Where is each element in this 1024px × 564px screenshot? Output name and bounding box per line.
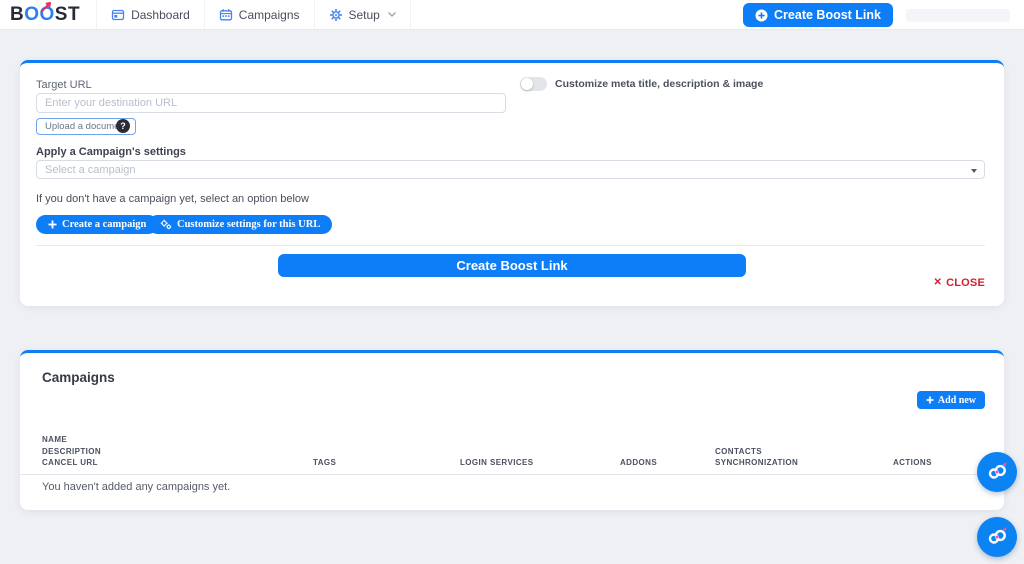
column-header-name: NAME DESCRIPTION CANCEL URL [42, 434, 101, 469]
dashboard-icon [111, 8, 125, 22]
boost-widget-fab-bottom[interactable] [977, 517, 1017, 557]
nav-item-setup[interactable]: Setup [315, 0, 411, 29]
add-new-button[interactable]: Add new [917, 391, 985, 409]
top-navbar: BOOST Dashboard Campaigns Setup Create B… [0, 0, 1024, 30]
customize-meta-toggle-row: Customize meta title, description & imag… [520, 77, 763, 91]
empty-campaigns-message: You haven't added any campaigns yet. [42, 481, 230, 493]
customize-settings-label: Customize settings for this URL [177, 219, 320, 230]
close-x-icon: ✕ [934, 278, 943, 288]
boost-logo[interactable]: BOOST [10, 5, 80, 24]
no-campaign-hint: If you don't have a campaign yet, select… [36, 193, 309, 205]
create-campaign-button[interactable]: Create a campaign [36, 215, 158, 234]
cogs-icon [160, 219, 172, 230]
create-boost-link-card: Target URL Upload a document ? Customize… [20, 60, 1004, 306]
table-divider [20, 474, 1004, 475]
close-button[interactable]: ✕ CLOSE [934, 277, 986, 289]
create-boost-link-label: Create Boost Link [774, 8, 881, 22]
column-header-login-services: LOGIN SERVICES [460, 457, 533, 469]
boost-widget-fab-top[interactable] [977, 452, 1017, 492]
boost-rings-icon [985, 460, 1009, 484]
campaign-select-placeholder: Select a campaign [45, 164, 136, 176]
toggle-knob [521, 78, 533, 90]
logo-letter-o2: O [40, 5, 55, 24]
target-url-input[interactable] [36, 93, 506, 113]
plus-icon [926, 396, 934, 404]
main-nav: Dashboard Campaigns Setup [96, 0, 411, 29]
column-header-actions: ACTIONS [893, 457, 932, 469]
help-icon[interactable]: ? [116, 119, 130, 133]
plus-circle-icon [755, 9, 768, 22]
chevron-down-icon [388, 12, 396, 18]
close-label: CLOSE [946, 277, 985, 289]
nav-item-campaigns[interactable]: Campaigns [205, 0, 315, 29]
column-header-contacts-synchronization: CONTACTS SYNCHRONIZATION [715, 446, 798, 469]
logo-letter-b: B [10, 5, 24, 24]
customize-meta-toggle[interactable] [520, 77, 547, 91]
account-menu-placeholder[interactable] [906, 9, 1010, 22]
nav-item-dashboard[interactable]: Dashboard [96, 0, 205, 29]
campaigns-title: Campaigns [42, 370, 115, 385]
logo-letters-st: ST [55, 5, 80, 24]
create-campaign-label: Create a campaign [62, 219, 146, 230]
campaigns-table-header: NAME DESCRIPTION CANCEL URL TAGS LOGIN S… [20, 443, 1004, 469]
add-new-label: Add new [938, 395, 976, 406]
select-caret-icon [971, 169, 977, 173]
plus-icon [48, 220, 57, 229]
submit-create-boost-link-button[interactable]: Create Boost Link [278, 254, 746, 277]
campaign-select[interactable]: Select a campaign [36, 160, 985, 179]
column-header-tags: TAGS [313, 457, 336, 469]
column-header-addons: ADDONS [620, 457, 657, 469]
campaigns-card: Campaigns Add new NAME DESCRIPTION CANCE… [20, 350, 1004, 510]
gear-icon [329, 8, 343, 22]
customize-meta-label: Customize meta title, description & imag… [555, 78, 763, 90]
nav-item-label: Campaigns [239, 8, 300, 22]
customize-settings-button[interactable]: Customize settings for this URL [148, 215, 332, 234]
target-url-label: Target URL [36, 79, 92, 91]
nav-item-label: Dashboard [131, 8, 190, 22]
nav-item-label: Setup [349, 8, 380, 22]
create-boost-link-button[interactable]: Create Boost Link [743, 3, 893, 27]
campaign-settings-label: Apply a Campaign's settings [36, 146, 186, 158]
form-divider [36, 245, 985, 246]
boost-rings-icon [985, 525, 1009, 549]
logo-arrow-icon [38, 0, 54, 15]
calendar-icon [219, 8, 233, 22]
